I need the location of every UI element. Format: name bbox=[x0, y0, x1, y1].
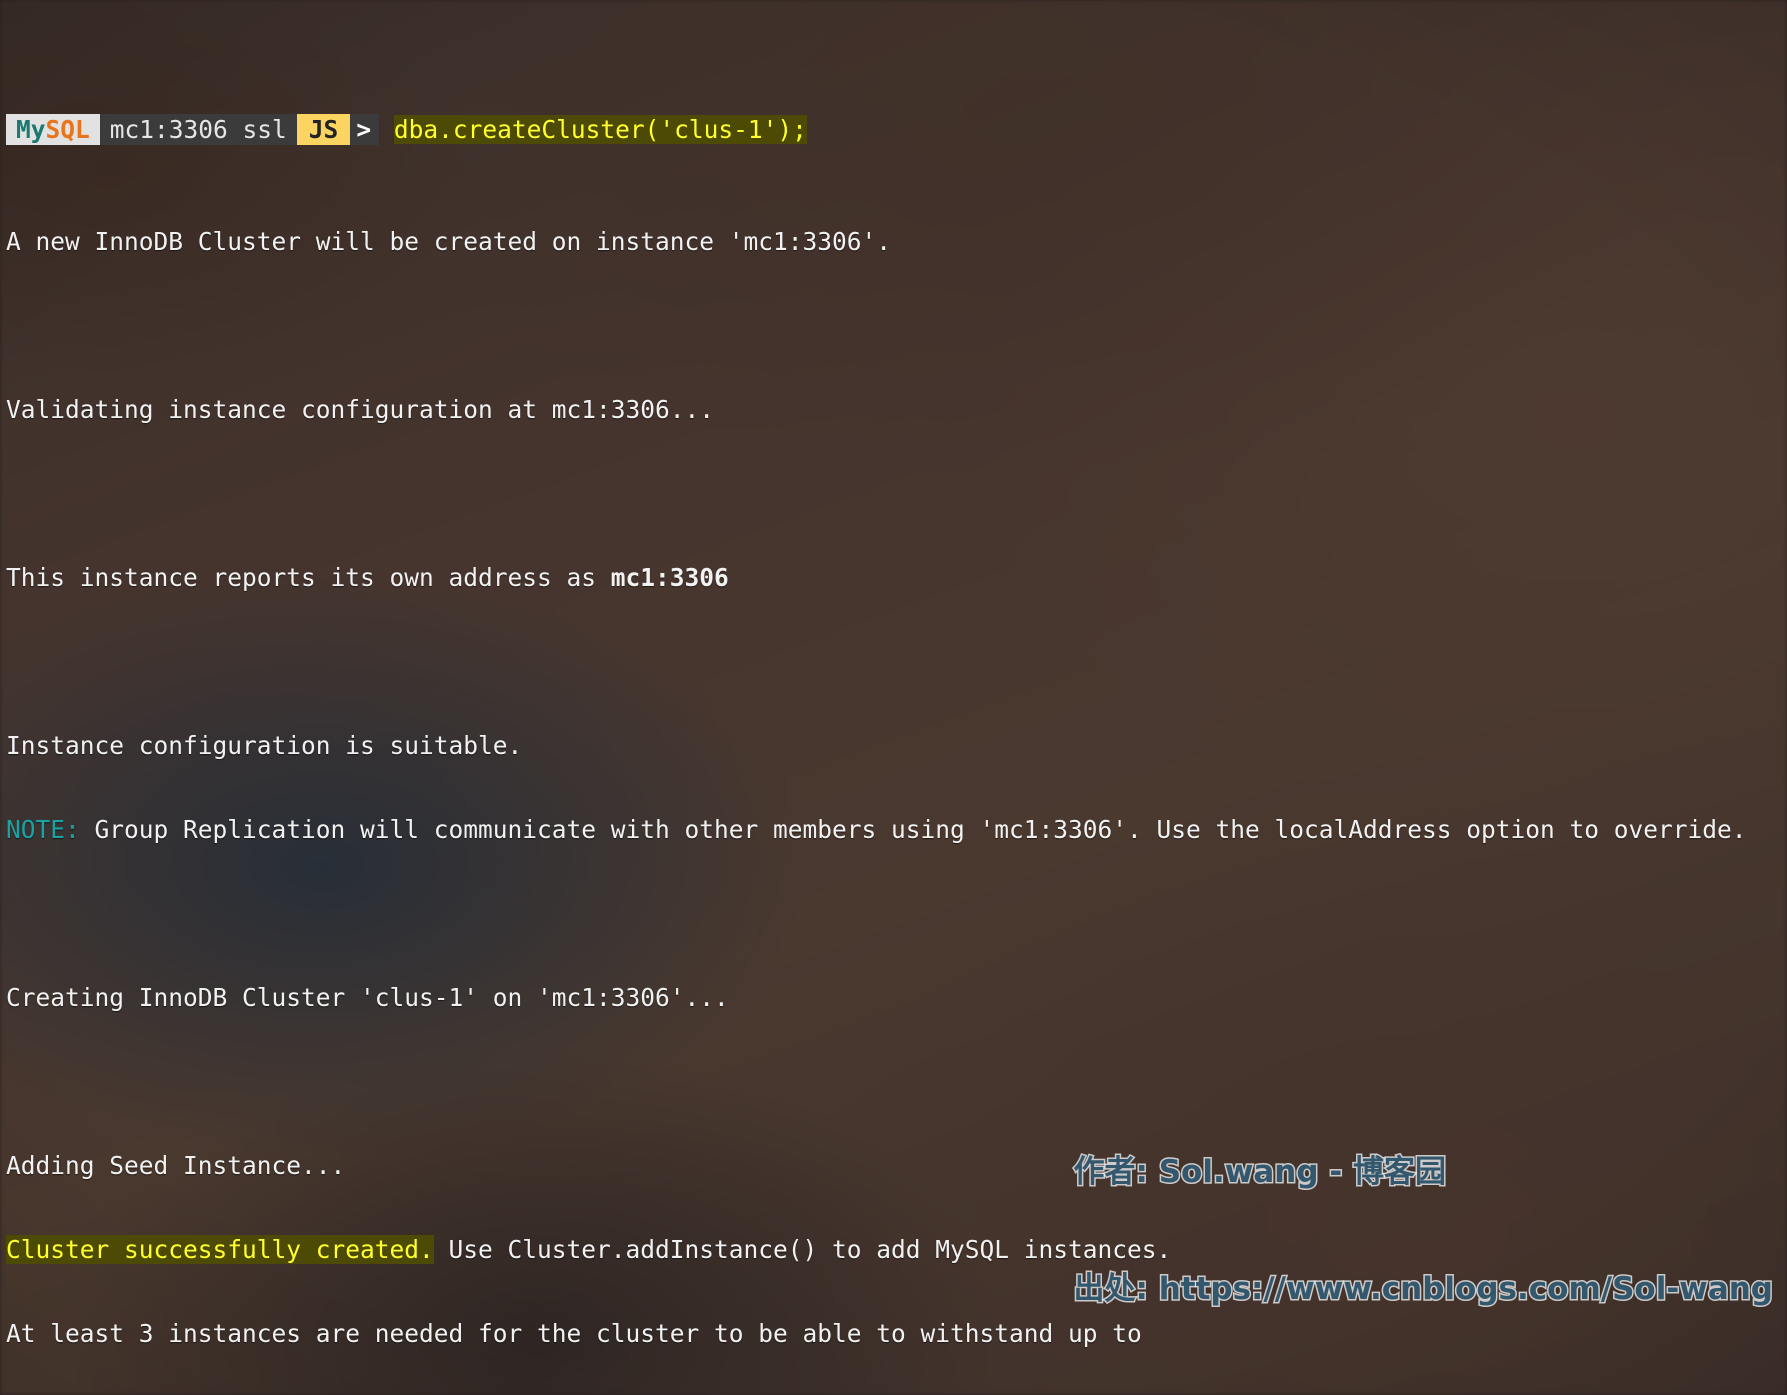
note-label: NOTE: bbox=[6, 815, 80, 844]
prompt-arrow: > bbox=[350, 114, 380, 145]
brand-my-label: My bbox=[16, 115, 46, 144]
prompt-line-create-cluster[interactable]: MySQL mc1:3306 ssl JS > dba.createCluster('… bbox=[6, 114, 1787, 145]
watermark-author: 作者: Sol.wang - 博客园 bbox=[1072, 1153, 1447, 1192]
watermark: 作者: Sol.wang - 博客园 出处: https://www.cnblo… bbox=[1072, 1075, 1774, 1387]
output-line-reports-address: This instance reports its own address as… bbox=[6, 564, 1787, 592]
host-badge: mc1:3306 ssl bbox=[99, 114, 297, 145]
reports-address-prefix: This instance reports its own address as bbox=[6, 563, 611, 592]
terminal-screen: MySQL mc1:3306 ssl JS > dba.createCluster('… bbox=[0, 0, 1787, 1395]
output-line-created: A new InnoDB Cluster will be created on … bbox=[6, 227, 892, 256]
output-line-creating: Creating InnoDB Cluster 'clus-1' on 'mc1… bbox=[6, 983, 729, 1012]
watermark-source: 出处: https://www.cnblogs.com/Sol-wang bbox=[1072, 1270, 1774, 1309]
success-rest: Use Cluster.addInstance() to add MySQL i… bbox=[433, 1235, 1172, 1264]
reports-address-value: mc1:3306 bbox=[610, 563, 729, 592]
output-line-suitable: Instance configuration is suitable. bbox=[6, 731, 523, 760]
output-line-note: NOTE: Group Replication will communicate… bbox=[6, 816, 1787, 844]
output-line-validating: Validating instance configuration at mc1… bbox=[6, 395, 715, 424]
brand-sql-label: SQL bbox=[45, 115, 90, 144]
success-highlight: Cluster successfully created. bbox=[6, 1235, 434, 1264]
note-text: Group Replication will communicate with … bbox=[79, 815, 1747, 844]
mode-badge: JS bbox=[296, 114, 351, 145]
mysql-brand-badge: MySQL bbox=[6, 114, 100, 145]
command-create-cluster[interactable]: dba.createCluster('clus-1'); bbox=[393, 115, 807, 144]
